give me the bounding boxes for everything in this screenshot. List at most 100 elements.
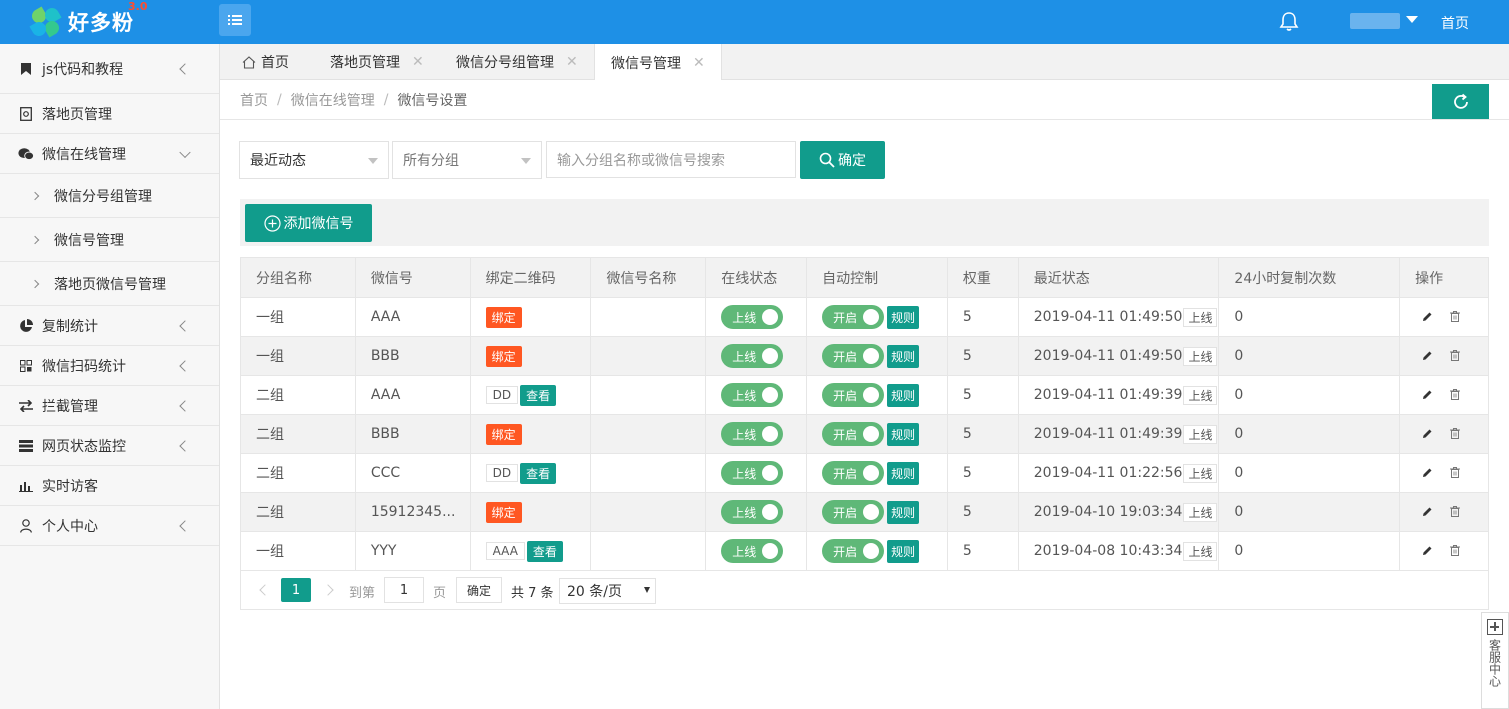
wechat-id: 15912345... — [370, 504, 456, 520]
trash-icon[interactable] — [1450, 311, 1462, 323]
table-cell — [1400, 454, 1488, 492]
logo: 好多粉 3.0 — [28, 0, 148, 40]
sort-select[interactable]: 最近动态 — [239, 141, 389, 179]
view-qrcode-button[interactable]: 查看 — [526, 540, 563, 562]
online-toggle[interactable]: 上线 — [721, 422, 784, 446]
online-toggle-label: 上线 — [732, 505, 757, 520]
close-icon[interactable]: ✕ — [566, 54, 578, 70]
bind-qrcode-button[interactable]: 绑定 — [485, 345, 522, 367]
edit-icon[interactable] — [1422, 428, 1434, 440]
edit-icon[interactable] — [1422, 350, 1434, 362]
rule-button[interactable]: 规则 — [887, 500, 920, 524]
sidebar-item-personal-center[interactable]: 个人中心 — [0, 506, 219, 546]
tab-home[interactable]: 首页 — [242, 44, 289, 80]
trash-icon[interactable] — [1450, 467, 1462, 479]
sidebar-item-intercept[interactable]: 拦截管理 — [0, 386, 219, 426]
trash-icon[interactable] — [1450, 506, 1462, 518]
trash-icon[interactable] — [1450, 350, 1462, 362]
online-toggle-label: 上线 — [732, 388, 757, 403]
online-toggle[interactable]: 上线 — [721, 344, 784, 368]
add-wechat-button[interactable]: 添加微信号 — [245, 204, 372, 242]
refresh-button[interactable] — [1432, 84, 1489, 119]
trash-icon[interactable] — [1450, 545, 1462, 557]
breadcrumb-item[interactable]: 微信在线管理 — [291, 90, 375, 110]
breadcrumb: 首页 / 微信在线管理 / 微信号设置 — [220, 80, 1509, 120]
table-cell: 5 — [948, 454, 1019, 492]
online-toggle[interactable]: 上线 — [721, 305, 784, 329]
toggle-knob — [863, 504, 880, 520]
table-cell — [1400, 298, 1488, 336]
group-select[interactable]: 所有分组 — [392, 141, 542, 179]
sidebar-item-realtime-visitors[interactable]: 实时访客 — [0, 466, 219, 506]
sidebar-item-wechat-online[interactable]: 微信在线管理 — [0, 134, 219, 174]
sidebar-item-page-monitor[interactable]: 网页状态监控 — [0, 426, 219, 466]
auto-control-toggle[interactable]: 开启 — [822, 422, 885, 446]
search-confirm-button[interactable]: 确定 — [800, 141, 885, 179]
plus-box-icon — [1487, 619, 1503, 635]
tab-group-manage[interactable]: 微信分号组管理 ✕ — [456, 44, 578, 80]
rule-button[interactable]: 规则 — [887, 305, 920, 329]
tab-landing-pages[interactable]: 落地页管理 ✕ — [330, 44, 424, 80]
online-toggle[interactable]: 上线 — [721, 383, 784, 407]
bell-icon[interactable] — [1278, 10, 1300, 32]
table-cell — [1400, 415, 1488, 453]
table-cell: 上线 — [706, 337, 808, 375]
auto-control-toggle[interactable]: 开启 — [822, 383, 885, 407]
sidebar-item-js-tutorial[interactable]: js代码和教程 — [0, 44, 219, 94]
rule-button[interactable]: 规则 — [887, 344, 920, 368]
top-home-link[interactable]: 首页 — [1441, 13, 1469, 33]
sidebar-subitem-wechat-manage[interactable]: 微信号管理 — [0, 218, 219, 262]
chevron-right-icon[interactable] — [322, 584, 334, 596]
rule-button[interactable]: 规则 — [887, 383, 920, 407]
chevron-left-icon[interactable] — [259, 584, 271, 596]
close-icon[interactable]: ✕ — [412, 54, 424, 70]
sidebar-item-landing-pages[interactable]: 落地页管理 — [0, 94, 219, 134]
sidebar-subitem-landing-wechat[interactable]: 落地页微信号管理 — [0, 262, 219, 306]
auto-control-toggle[interactable]: 开启 — [822, 305, 885, 329]
table-cell: 2019-04-11 01:49:50 上线 — [1019, 298, 1220, 336]
edit-icon[interactable] — [1422, 545, 1434, 557]
rule-button[interactable]: 规则 — [887, 539, 920, 563]
page-current[interactable]: 1 — [281, 578, 311, 602]
auto-toggle-label: 开启 — [833, 544, 858, 559]
sidebar-item-label: 落地页微信号管理 — [54, 276, 166, 293]
rule-button[interactable]: 规则 — [887, 422, 920, 446]
trash-icon[interactable] — [1450, 428, 1462, 440]
view-qrcode-button[interactable]: 查看 — [520, 384, 557, 406]
view-qrcode-button[interactable]: 查看 — [520, 462, 557, 484]
auto-control-toggle[interactable]: 开启 — [822, 461, 885, 485]
online-toggle[interactable]: 上线 — [721, 461, 784, 485]
trash-icon[interactable] — [1450, 389, 1462, 401]
bind-qrcode-button[interactable]: 绑定 — [485, 501, 522, 523]
goto-confirm-button[interactable]: 确定 — [456, 577, 502, 603]
rule-button[interactable]: 规则 — [887, 461, 920, 485]
user-name-masked[interactable] — [1350, 13, 1400, 29]
sidebar-item-scan-stats[interactable]: 微信扫码统计 — [0, 346, 219, 386]
bind-qrcode-button[interactable]: 绑定 — [485, 423, 522, 445]
online-toggle[interactable]: 上线 — [721, 539, 784, 563]
bind-qrcode-button[interactable]: 绑定 — [485, 306, 522, 328]
customer-service-widget[interactable]: 客服中心 — [1481, 612, 1509, 709]
search-input[interactable]: 输入分组名称或微信号搜索 — [546, 141, 796, 178]
close-icon[interactable]: ✕ — [693, 55, 705, 71]
edit-icon[interactable] — [1422, 467, 1434, 479]
column-header: 绑定二维码 — [471, 258, 592, 297]
copy-count: 0 — [1234, 504, 1244, 520]
goto-page-input[interactable]: 1 — [384, 577, 424, 603]
page-size-select[interactable]: 20 条/页 — [559, 578, 656, 604]
sidebar-item-copy-stats[interactable]: 复制统计 — [0, 306, 219, 346]
exchange-icon — [18, 398, 34, 414]
breadcrumb-item[interactable]: 首页 — [240, 90, 268, 110]
caret-down-icon[interactable] — [1406, 16, 1418, 23]
online-toggle[interactable]: 上线 — [721, 500, 784, 524]
edit-icon[interactable] — [1422, 506, 1434, 518]
auto-control-toggle[interactable]: 开启 — [822, 500, 885, 524]
edit-icon[interactable] — [1422, 311, 1434, 323]
tab-wechat-manage[interactable]: 微信号管理 ✕ — [594, 44, 722, 81]
edit-icon[interactable] — [1422, 389, 1434, 401]
sidebar-subitem-group-manage[interactable]: 微信分号组管理 — [0, 174, 219, 218]
auto-control-toggle[interactable]: 开启 — [822, 344, 885, 368]
menu-toggle-button[interactable] — [219, 4, 251, 36]
auto-control-toggle[interactable]: 开启 — [822, 539, 885, 563]
table-cell: 5 — [948, 532, 1019, 570]
